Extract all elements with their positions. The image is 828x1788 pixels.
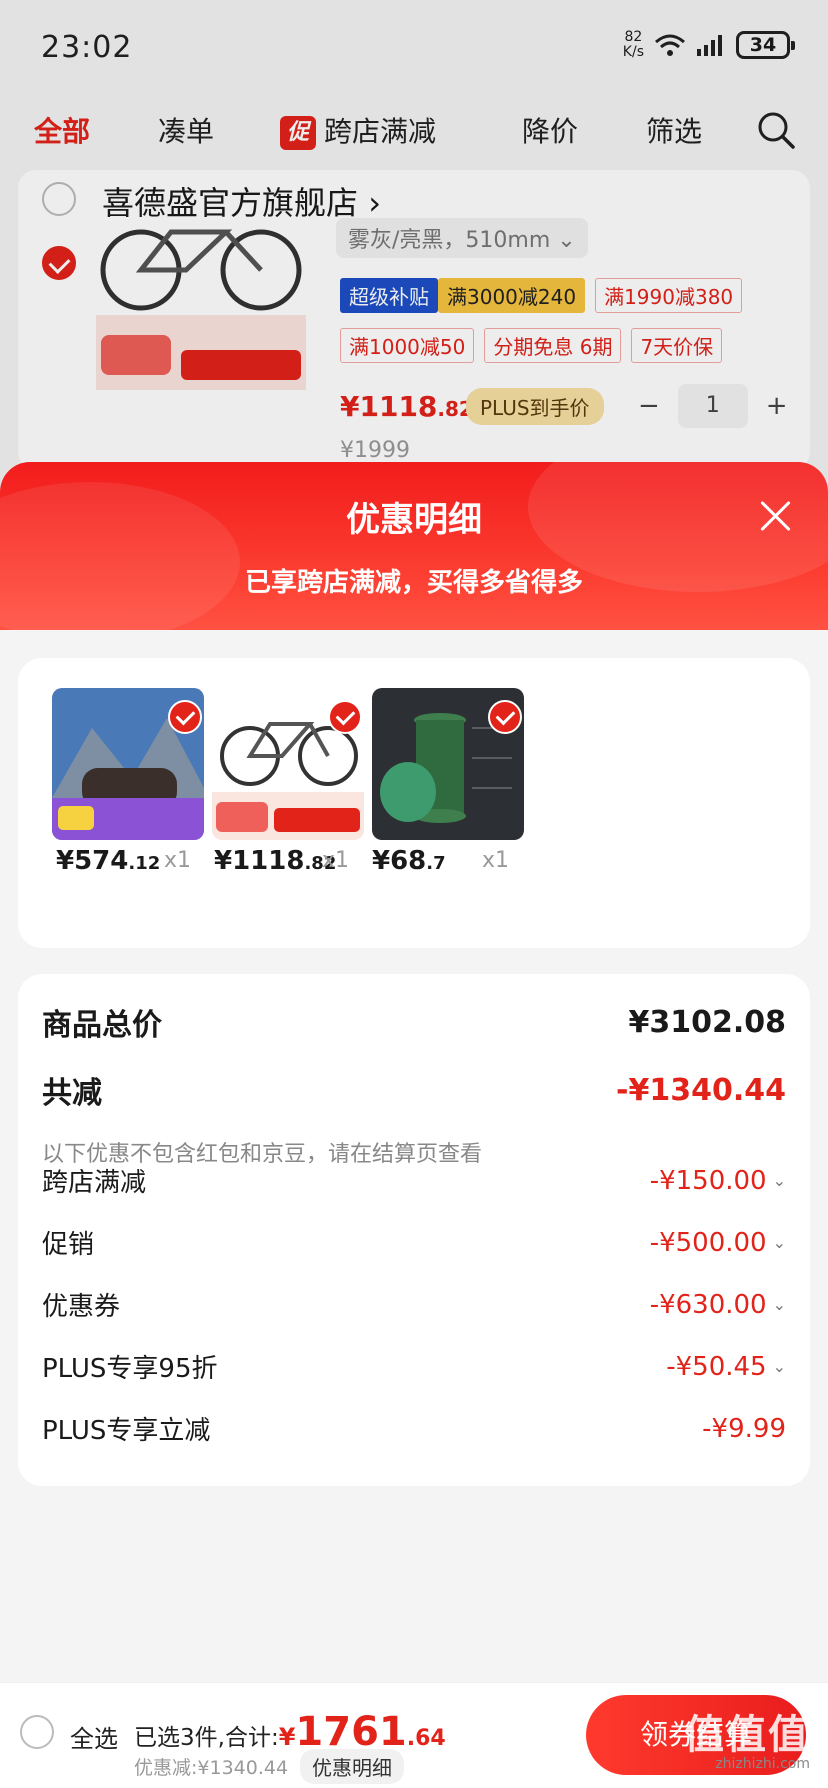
discount-label: 跨店满减 [42, 1168, 147, 1198]
discount-detail-button[interactable]: 优惠明细 [300, 1749, 404, 1784]
product-check-icon[interactable] [168, 700, 202, 734]
product-qty: x1 [482, 848, 510, 873]
discount-row-promotion[interactable]: 促销 -¥500.00 ⌄ [42, 1224, 786, 1261]
product-item[interactable] [52, 688, 212, 844]
discount-label: 优惠券 [42, 1292, 121, 1322]
chevron-down-icon[interactable]: ⌄ [773, 1295, 786, 1314]
watermark-url: zhizhizhi.com [715, 1756, 810, 1772]
product-qty: x1 [322, 848, 350, 873]
discount-row-plus-95[interactable]: PLUS专享95折 -¥50.45 ⌄ [42, 1348, 786, 1385]
close-icon[interactable] [758, 498, 794, 534]
cart-total: ¥1761.64 [278, 1709, 446, 1755]
select-all-label[interactable]: 全选 [70, 1719, 118, 1754]
sheet-title: 优惠明细 [346, 500, 482, 540]
product-check-icon[interactable] [488, 700, 522, 734]
select-all-radio[interactable] [20, 1715, 54, 1749]
chevron-down-icon[interactable]: ⌄ [773, 1233, 786, 1252]
watermark-logo: 值值值 [684, 1712, 810, 1758]
discount-value: -¥150.00 ⌄ [649, 1165, 786, 1196]
sheet-header: 优惠明细 已享跨店满减，买得多省得多 [0, 462, 828, 642]
product-check-icon[interactable] [328, 700, 362, 734]
discount-detail-sheet: 优惠明细 已享跨店满减，买得多省得多 ¥574.12 x1 ¥1118.82 x… [0, 462, 828, 1788]
total-price-label: 商品总价 [42, 1008, 162, 1043]
sheet-subtitle: 已享跨店满减，买得多省得多 [244, 568, 583, 598]
discount-value: -¥9.99 [702, 1413, 786, 1444]
product-qty: x1 [164, 848, 192, 873]
discount-value: -¥500.00 ⌄ [649, 1227, 786, 1258]
chevron-down-icon[interactable]: ⌄ [773, 1171, 786, 1190]
chevron-down-icon[interactable]: ⌄ [773, 1357, 786, 1376]
discount-label: 促销 [42, 1230, 95, 1260]
total-price-row: 商品总价 ¥3102.08 [42, 1000, 786, 1044]
product-item[interactable] [212, 688, 372, 844]
total-price-value: ¥3102.08 [628, 1004, 786, 1040]
discount-amount: 优惠减:¥1340.44 [134, 1757, 289, 1779]
discount-row-coupon[interactable]: 优惠券 -¥630.00 ⌄ [42, 1286, 786, 1323]
discount-summary: 商品总价 ¥3102.08 共减 -¥1340.44 以下优惠不包含红包和京豆，… [18, 974, 810, 1486]
discount-row-plus-instant: PLUS专享立减 -¥9.99 [42, 1410, 786, 1447]
discount-value: -¥50.45 ⌄ [666, 1351, 786, 1382]
selected-summary: 已选3件,合计:¥1761.64 [134, 1709, 446, 1755]
product-item[interactable] [372, 688, 532, 844]
total-discount-value: -¥1340.44 [616, 1072, 786, 1108]
discount-label: PLUS专享立减 [42, 1416, 211, 1446]
product-price: ¥1118.82 [214, 846, 337, 876]
product-price: ¥574.12 [56, 846, 161, 876]
total-discount-label: 共减 [42, 1076, 102, 1111]
discount-value: -¥630.00 ⌄ [649, 1289, 786, 1320]
selected-products: ¥574.12 x1 ¥1118.82 x1 ¥68.7 x1 [18, 658, 810, 948]
discount-row-cross-store[interactable]: 跨店满减 -¥150.00 ⌄ [42, 1162, 786, 1199]
total-discount-row: 共减 -¥1340.44 [42, 1068, 786, 1112]
discount-label: PLUS专享95折 [42, 1354, 218, 1384]
product-price: ¥68.7 [372, 846, 446, 876]
